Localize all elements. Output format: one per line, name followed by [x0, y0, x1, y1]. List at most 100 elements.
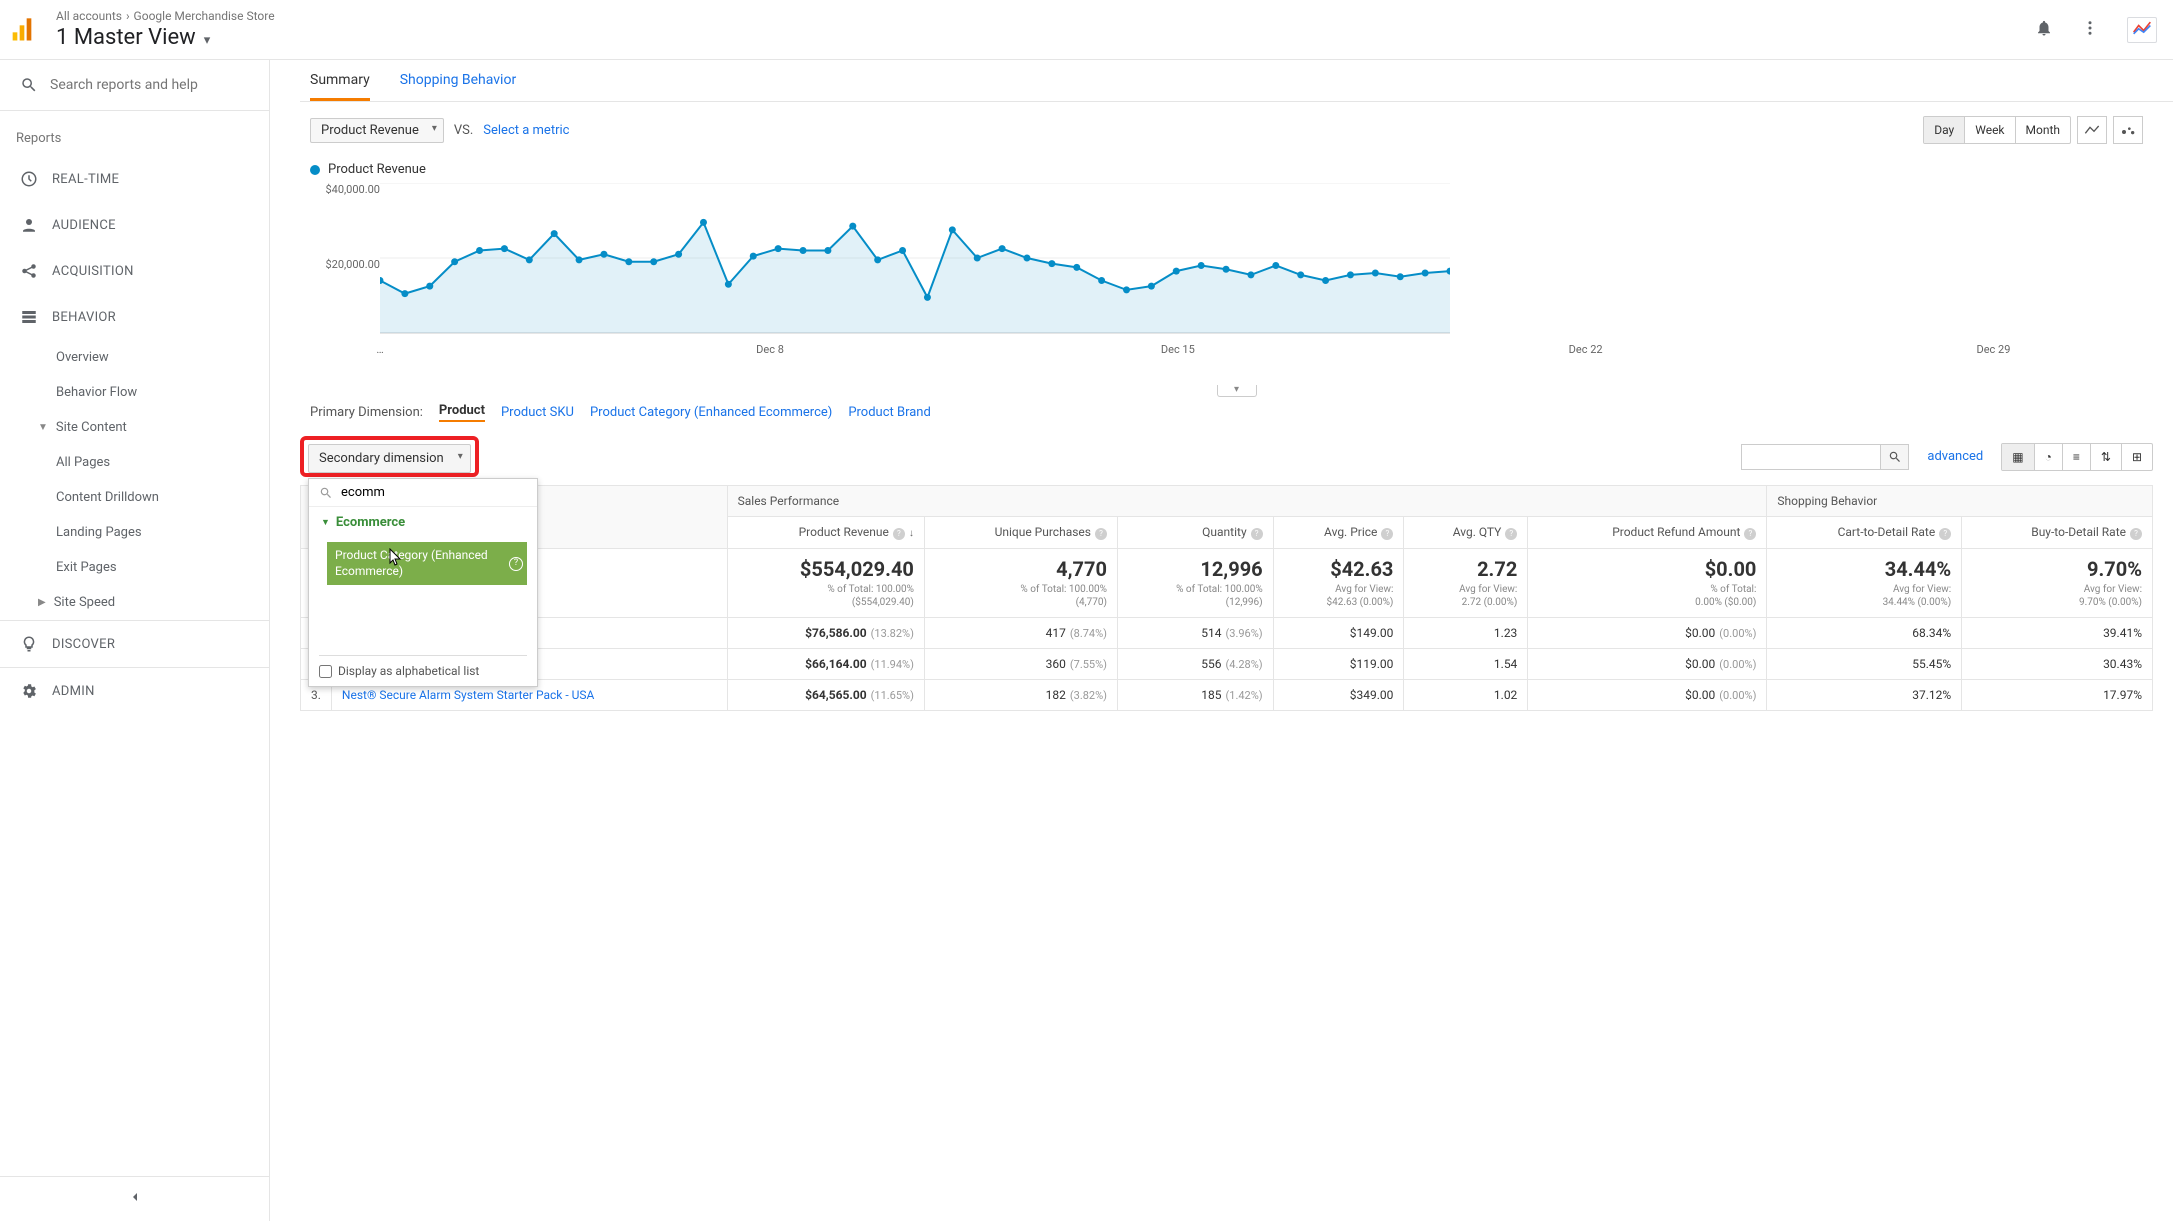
dim-product[interactable]: Product [439, 403, 485, 422]
col-revenue[interactable]: Product Revenue?↓ [727, 517, 924, 549]
caret-down-icon: ▼ [321, 517, 330, 528]
view-pie[interactable]: ◔ [2035, 444, 2063, 470]
view-selector[interactable]: All accounts›Google Merchandise Store 1 … [56, 9, 275, 50]
legend-label: Product Revenue [328, 162, 426, 177]
search-icon [20, 76, 38, 94]
table-search-button[interactable] [1881, 444, 1909, 470]
view-table[interactable]: ▦ [2002, 444, 2034, 470]
view-title: 1 Master View [56, 25, 196, 50]
tab-shopping-behavior[interactable]: Shopping Behavior [400, 72, 516, 101]
advanced-filter-link[interactable]: advanced [1927, 449, 1983, 464]
col-unique[interactable]: Unique Purchases? [924, 517, 1117, 549]
nav-acquisition[interactable]: ACQUISITION [0, 248, 269, 294]
view-pivot[interactable]: ⊞ [2122, 444, 2152, 470]
tab-summary[interactable]: Summary [310, 72, 370, 101]
product-performance-table: Product Sales Performance Shopping Behav… [300, 485, 2153, 711]
grain-month[interactable]: Month [2016, 117, 2070, 143]
nav-behavior-flow[interactable]: Behavior Flow [0, 375, 269, 410]
chevron-left-icon [127, 1189, 143, 1205]
dim-brand[interactable]: Product Brand [848, 405, 931, 420]
nav-landing-pages[interactable]: Landing Pages [0, 515, 269, 550]
annotation-highlight: Secondary dimension ▼Ecommerce Product C… [300, 436, 479, 477]
sec-dim-alphabetical[interactable]: Display as alphabetical list [309, 656, 537, 686]
nav-realtime[interactable]: REAL-TIME [0, 156, 269, 202]
col-avg-price[interactable]: Avg. Price? [1273, 517, 1404, 549]
nav-admin[interactable]: ADMIN [0, 667, 269, 714]
report-tabs: Summary Shopping Behavior [300, 60, 2173, 102]
col-btd[interactable]: Buy-to-Detail Rate? [1962, 517, 2153, 549]
gear-icon [20, 682, 38, 700]
sec-dim-group-ecommerce[interactable]: ▼Ecommerce [309, 507, 537, 538]
app-header: All accounts›Google Merchandise Store 1 … [0, 0, 2173, 60]
search-reports[interactable] [0, 60, 269, 111]
table-search[interactable] [1741, 444, 1909, 470]
alpha-checkbox[interactable] [319, 665, 332, 678]
main-content: Summary Shopping Behavior Product Revenu… [270, 60, 2173, 1221]
secondary-dimension-button[interactable]: Secondary dimension [308, 444, 471, 473]
nav-discover[interactable]: DISCOVER [0, 620, 269, 667]
breadcrumb[interactable]: All accounts›Google Merchandise Store [56, 9, 275, 23]
primary-dimension-row: Primary Dimension: Product Product SKU P… [300, 397, 2173, 428]
line-chart-icon [2084, 123, 2100, 137]
select-metric-link[interactable]: Select a metric [483, 123, 569, 138]
collapse-sidebar[interactable] [0, 1176, 269, 1221]
person-icon [20, 216, 38, 234]
chart-type-motion[interactable] [2113, 116, 2143, 144]
nav-site-speed[interactable]: ▶Site Speed [0, 585, 269, 620]
col-ctd[interactable]: Cart-to-Detail Rate? [1767, 517, 1962, 549]
realtime-chart-icon[interactable] [2127, 17, 2157, 43]
sidebar: Reports REAL-TIME AUDIENCE ACQUISITION B… [0, 60, 270, 1221]
clock-icon [20, 170, 38, 188]
sec-dim-search[interactable] [309, 479, 537, 507]
chart-svg [380, 183, 1450, 343]
vs-label: VS. [454, 123, 473, 138]
table-row[interactable]: $76,586.00(13.82%) 417(8.74%) 514(3.96%)… [301, 618, 2153, 649]
chart-type-line[interactable] [2077, 116, 2107, 144]
dim-sku[interactable]: Product SKU [501, 405, 574, 420]
nav-site-content[interactable]: ▼Site Content [0, 410, 269, 445]
legend-dot [310, 165, 320, 175]
metric-dropdown[interactable]: Product Revenue [310, 118, 444, 143]
caret-right-icon: ▶ [38, 597, 46, 608]
nav-audience[interactable]: AUDIENCE [0, 202, 269, 248]
nav-overview[interactable]: Overview [0, 340, 269, 375]
share-icon [20, 262, 38, 280]
view-comparison[interactable]: ⇅ [2091, 444, 2122, 470]
revenue-chart: $40,000.00 $20,000.00 … Dec 8 Dec 15 Dec… [310, 183, 2153, 383]
sec-dim-option-product-category[interactable]: Product Category (Enhanced Ecommerce) ? [327, 542, 527, 585]
table-view-group: ▦ ◔ ≡ ⇅ ⊞ [2001, 443, 2153, 471]
col-group-sales: Sales Performance [727, 486, 1767, 517]
search-input[interactable] [50, 77, 253, 93]
time-grain-group: Day Week Month [1923, 116, 2071, 144]
view-bar[interactable]: ≡ [2063, 444, 2091, 470]
ga-logo [8, 16, 36, 44]
col-refund[interactable]: Product Refund Amount? [1528, 517, 1767, 549]
primary-dim-label: Primary Dimension: [310, 405, 423, 420]
table-search-input[interactable] [1741, 444, 1881, 470]
y-tick-40k: $40,000.00 [325, 183, 380, 196]
help-icon[interactable]: ? [509, 557, 523, 571]
nav-exit-pages[interactable]: Exit Pages [0, 550, 269, 585]
nav-all-pages[interactable]: All Pages [0, 445, 269, 480]
reports-label: Reports [0, 111, 269, 156]
grain-week[interactable]: Week [1965, 117, 2015, 143]
table-row[interactable]: 3.Nest® Secure Alarm System Starter Pack… [301, 680, 2153, 711]
more-vert-icon[interactable] [2081, 19, 2099, 41]
table-row[interactable]: $66,164.00(11.94%) 360(7.55%) 556(4.28%)… [301, 649, 2153, 680]
dim-category[interactable]: Product Category (Enhanced Ecommerce) [590, 405, 832, 420]
nav-behavior[interactable]: BEHAVIOR [0, 294, 269, 340]
bubble-icon [2120, 123, 2136, 137]
col-avg-qty[interactable]: Avg. QTY? [1404, 517, 1528, 549]
sec-dim-search-input[interactable] [341, 485, 527, 500]
y-tick-20k: $20,000.00 [325, 258, 380, 271]
behavior-icon [20, 308, 38, 326]
secondary-dimension-popup: ▼Ecommerce Product Category (Enhanced Ec… [308, 478, 538, 687]
table-tools: Secondary dimension ▼Ecommerce Product C… [300, 428, 2173, 485]
col-qty[interactable]: Quantity? [1117, 517, 1273, 549]
summary-row: $554,029.40% of Total: 100.00%($554,029.… [301, 549, 2153, 618]
chevron-down-icon: ▾ [204, 33, 211, 48]
notifications-icon[interactable] [2035, 19, 2053, 41]
nav-content-drilldown[interactable]: Content Drilldown [0, 480, 269, 515]
expand-chart[interactable]: ▾ [1217, 385, 1257, 397]
grain-day[interactable]: Day [1924, 117, 1965, 143]
